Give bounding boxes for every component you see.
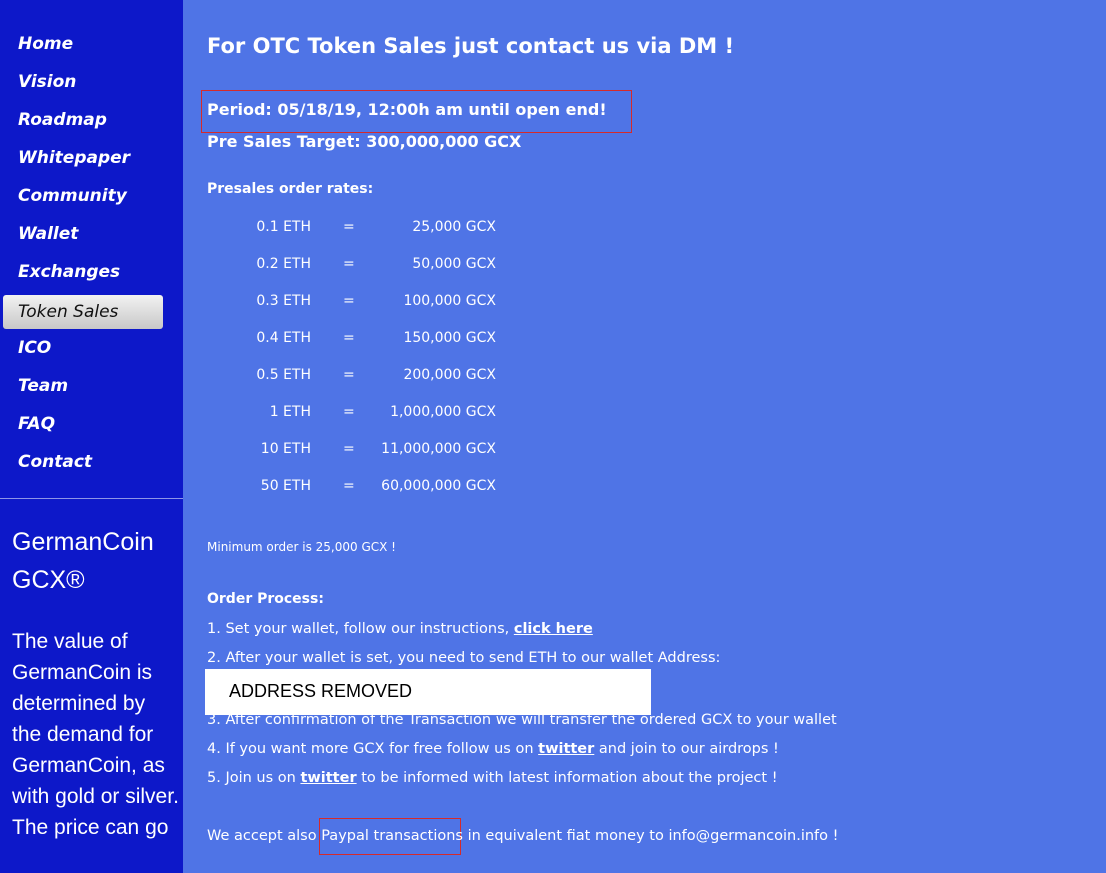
rate-equals: = [343, 330, 355, 346]
rate-eth: 0.2 ETH [256, 256, 311, 272]
twitter-link[interactable]: twitter [538, 741, 594, 757]
paypal-suffix: in equivalent fiat money to info@germanc… [462, 828, 839, 844]
nav-item-roadmap[interactable]: Roadmap [3, 103, 163, 137]
rate-eth: 0.4 ETH [256, 330, 311, 346]
paypal-prefix: We accept also [207, 828, 322, 844]
brand-title: GermanCoin GCX® [12, 528, 154, 594]
address-removed-box: ADDRESS REMOVED [205, 669, 651, 715]
order-process-title: Order Process: [207, 591, 324, 607]
rate-row: 0.3 ETH = 100,000 GCX [207, 293, 507, 313]
rate-row: 0.4 ETH = 150,000 GCX [207, 330, 507, 350]
rates-title: Presales order rates: [207, 181, 374, 197]
sidebar-divider [0, 498, 183, 499]
rate-eth: 50 ETH [260, 478, 311, 494]
order-step-5: 5. Join us on twitter to be informed wit… [207, 770, 778, 786]
period-text: Period: 05/18/19, 12:00h am until open e… [207, 100, 607, 119]
rate-equals: = [343, 293, 355, 309]
rate-row: 0.2 ETH = 50,000 GCX [207, 256, 507, 276]
nav-item-community[interactable]: Community [3, 179, 163, 213]
rate-gcx: 60,000,000 GCX [381, 478, 496, 494]
minimum-order-note: Minimum order is 25,000 GCX ! [207, 540, 396, 554]
rate-equals: = [343, 404, 355, 420]
rate-eth: 0.5 ETH [256, 367, 311, 383]
rate-row: 10 ETH = 11,000,000 GCX [207, 441, 507, 461]
step-text: 5. Join us on [207, 770, 301, 786]
nav-item-contact[interactable]: Contact [3, 445, 163, 479]
click-here-link[interactable]: click here [514, 621, 593, 637]
rate-equals: = [343, 441, 355, 457]
step-text: 4. If you want more GCX for free follow … [207, 741, 539, 757]
paypal-note: We accept also Paypal transactions in eq… [207, 828, 838, 844]
rate-equals: = [343, 219, 355, 235]
step-text: 1. Set your wallet, follow our instructi… [207, 621, 514, 637]
page-heading: For OTC Token Sales just contact us via … [207, 34, 735, 58]
step-text: to be informed with latest information a… [356, 770, 778, 786]
rate-gcx: 150,000 GCX [403, 330, 496, 346]
rate-row: 50 ETH = 60,000,000 GCX [207, 478, 507, 498]
nav-item-ico[interactable]: ICO [3, 331, 163, 365]
rate-row: 1 ETH = 1,000,000 GCX [207, 404, 507, 424]
nav-item-faq[interactable]: FAQ [3, 407, 163, 441]
sidebar: Home Vision Roadmap Whitepaper Community… [0, 0, 183, 873]
nav-item-team[interactable]: Team [3, 369, 163, 403]
rate-gcx: 1,000,000 GCX [390, 404, 496, 420]
paypal-highlight: Paypal transactions [321, 828, 463, 844]
rate-eth: 0.1 ETH [256, 219, 311, 235]
nav-item-exchanges[interactable]: Exchanges [3, 255, 163, 289]
order-step-2: 2. After your wallet is set, you need to… [207, 650, 721, 666]
twitter-link[interactable]: twitter [300, 770, 356, 786]
rate-equals: = [343, 256, 355, 272]
nav-item-vision[interactable]: Vision [3, 65, 163, 99]
nav-item-wallet[interactable]: Wallet [3, 217, 163, 251]
brand-description: The value of GermanCoin is determined by… [12, 630, 179, 839]
rate-gcx: 11,000,000 GCX [381, 441, 496, 457]
nav-item-whitepaper[interactable]: Whitepaper [3, 141, 163, 175]
rate-eth: 0.3 ETH [256, 293, 311, 309]
order-step-4: 4. If you want more GCX for free follow … [207, 741, 779, 757]
nav-item-token-sales[interactable]: Token Sales [3, 295, 163, 329]
rate-gcx: 100,000 GCX [403, 293, 496, 309]
rate-eth: 10 ETH [260, 441, 311, 457]
rate-row: 0.5 ETH = 200,000 GCX [207, 367, 507, 387]
order-step-1: 1. Set your wallet, follow our instructi… [207, 621, 593, 637]
nav-item-home[interactable]: Home [3, 27, 163, 61]
presales-target: Pre Sales Target: 300,000,000 GCX [207, 132, 522, 151]
rate-eth: 1 ETH [269, 404, 311, 420]
rate-gcx: 50,000 GCX [412, 256, 496, 272]
step-text: and join to our airdrops ! [594, 741, 779, 757]
rate-gcx: 25,000 GCX [412, 219, 496, 235]
rate-equals: = [343, 478, 355, 494]
rate-gcx: 200,000 GCX [403, 367, 496, 383]
rate-equals: = [343, 367, 355, 383]
rate-row: 0.1 ETH = 25,000 GCX [207, 219, 507, 239]
main-content: For OTC Token Sales just contact us via … [201, 0, 1087, 873]
